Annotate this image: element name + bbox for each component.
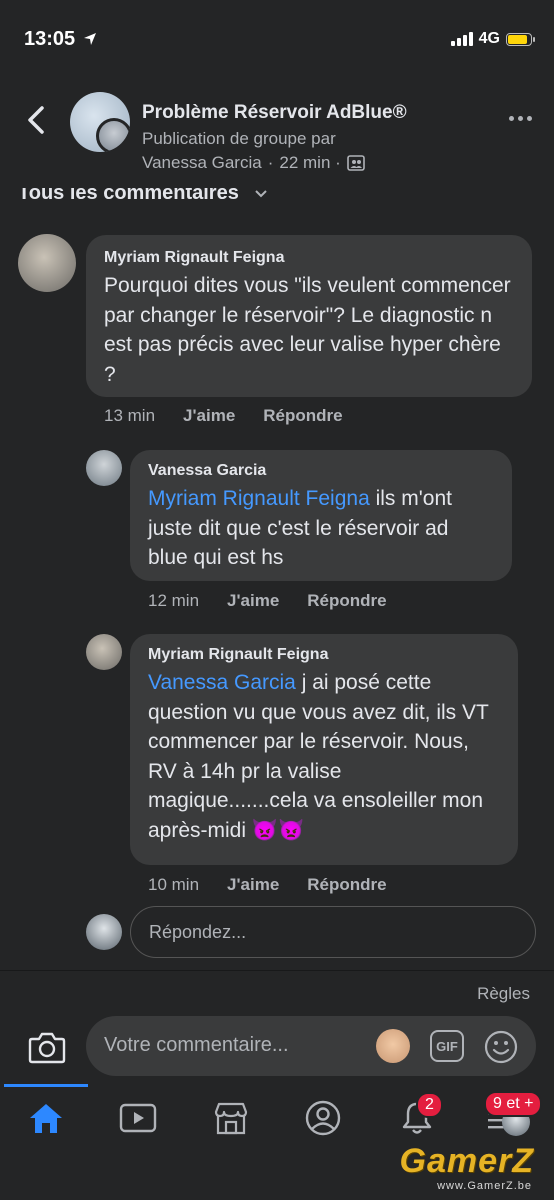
reply-input[interactable]: Répondez... — [130, 906, 536, 958]
my-avatar — [86, 914, 122, 950]
comment-input[interactable]: Votre commentaire... — [86, 1016, 536, 1076]
commenter-avatar[interactable] — [86, 450, 122, 486]
comment-author[interactable]: Myriam Rignault Feigna — [148, 646, 500, 664]
filter-label: Tous les commentaires — [18, 188, 239, 204]
like-button[interactable]: J'aime — [227, 591, 279, 611]
post-time: 22 min · — [279, 153, 341, 172]
watermark-url: www.GamerZ.be — [437, 1180, 532, 1192]
commenter-avatar[interactable] — [86, 634, 122, 670]
divider — [0, 970, 554, 971]
reply-button[interactable]: Répondre — [307, 875, 386, 895]
comment-author[interactable]: Vanessa Garcia — [148, 462, 494, 480]
post-title[interactable]: Problème Réservoir AdBlue® — [142, 102, 407, 124]
comment-text: Vanessa Garcia j ai posé cette question … — [148, 671, 489, 842]
emoji-icon[interactable] — [484, 1030, 518, 1064]
like-button[interactable]: J'aime — [227, 875, 279, 895]
camera-icon[interactable] — [28, 1030, 66, 1064]
comments-filter[interactable]: Tous les commentaires — [0, 188, 554, 212]
network-label: 4G — [478, 30, 500, 47]
post-subtitle: Publication de groupe par — [142, 129, 336, 148]
comment-text: Pourquoi dites vous "ils veulent commenc… — [104, 274, 511, 386]
menu-badge: 9 et + — [484, 1091, 543, 1117]
comment-actions: 10 min J'aime Répondre — [148, 875, 387, 895]
home-icon[interactable] — [26, 1100, 66, 1136]
signal-icon — [450, 32, 473, 46]
nav-active-indicator — [4, 1084, 88, 1087]
group-avatar[interactable] — [70, 92, 130, 152]
comment-author[interactable]: Myriam Rignault Feigna — [104, 249, 514, 267]
post-dot: · — [267, 153, 274, 172]
watermark-logo: GamerZ — [399, 1142, 534, 1180]
comment-actions: 12 min J'aime Répondre — [148, 591, 387, 611]
reply-button[interactable]: Répondre — [307, 591, 386, 611]
comment-time: 13 min — [104, 406, 156, 425]
author-mini-avatar — [96, 118, 130, 152]
status-indicators: 4G — [450, 30, 535, 48]
comment-bubble: Vanessa Garcia Myriam Rignault Feigna il… — [130, 450, 512, 581]
group-members-icon — [346, 155, 365, 171]
gif-button[interactable]: GIF — [430, 1030, 464, 1062]
comment-actions: 13 min J'aime Répondre — [104, 406, 343, 426]
comment-bubble: Myriam Rignault Feigna Pourquoi dites vo… — [86, 235, 532, 397]
rules-link[interactable]: Règles — [477, 984, 530, 1004]
comment-text: Myriam Rignault Feigna ils m'ont juste d… — [148, 487, 452, 569]
video-icon[interactable] — [118, 1100, 158, 1136]
profile-icon[interactable] — [303, 1100, 343, 1136]
like-button[interactable]: J'aime — [183, 406, 235, 426]
notifications-badge: 2 — [416, 1092, 443, 1118]
comment-time: 12 min — [148, 591, 200, 610]
post-author[interactable]: Vanessa Garcia — [142, 153, 262, 173]
comment-mention[interactable]: Vanessa Garcia — [148, 671, 296, 694]
back-arrow-icon[interactable] — [22, 104, 52, 136]
marketplace-icon[interactable] — [211, 1100, 251, 1136]
avatar-sticker-icon[interactable] — [376, 1029, 410, 1063]
comment-time: 10 min — [148, 875, 200, 894]
battery-icon — [506, 32, 535, 46]
commenter-avatar[interactable] — [18, 234, 76, 292]
comment-mention[interactable]: Myriam Rignault Feigna — [148, 487, 370, 510]
location-arrow-icon — [83, 33, 96, 45]
more-options-icon[interactable] — [509, 116, 532, 121]
status-time: 13:05 — [24, 28, 97, 51]
chevron-down-icon — [255, 189, 267, 197]
post-meta: Vanessa Garcia · 22 min · — [142, 153, 365, 173]
reply-button[interactable]: Répondre — [263, 406, 342, 426]
comment-bubble: Myriam Rignault Feigna Vanessa Garcia j … — [130, 634, 518, 865]
